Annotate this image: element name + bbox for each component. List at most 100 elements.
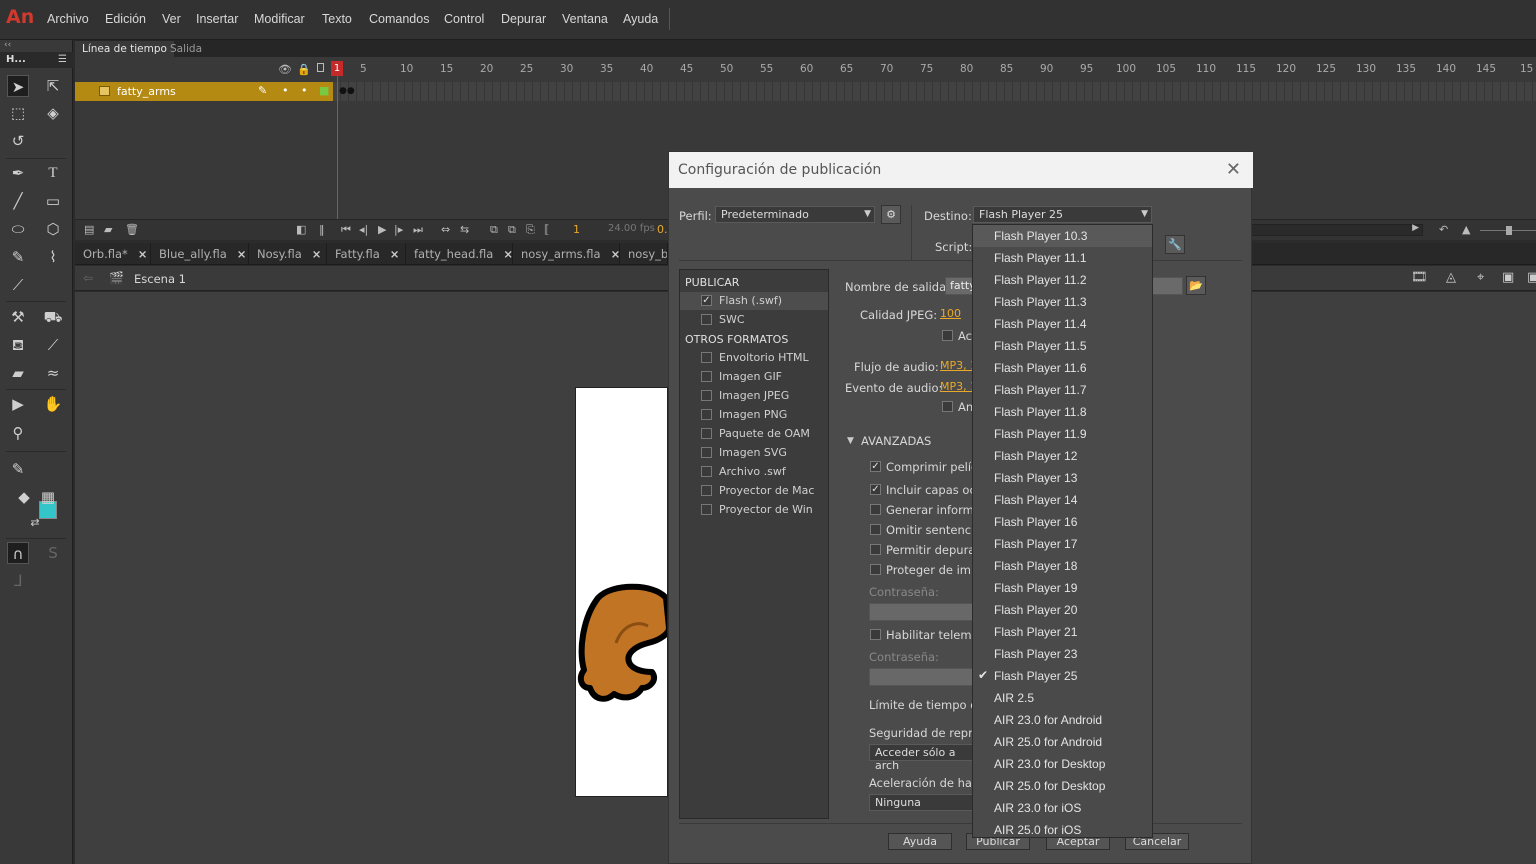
center-stage-icon[interactable]: ⌖ bbox=[1477, 270, 1484, 285]
dropdown-option[interactable]: Flash Player 23 bbox=[973, 643, 1152, 665]
close-icon[interactable]: × bbox=[312, 247, 322, 261]
fps-readout[interactable]: 24.00 fps bbox=[608, 223, 655, 234]
brush-tool-icon[interactable]: ⌇ bbox=[42, 246, 64, 268]
straighten-icon[interactable]: ᒧ bbox=[7, 570, 29, 592]
lasso-tool-icon[interactable]: ↺ bbox=[7, 130, 29, 152]
panel-menu-icon[interactable]: ☰ bbox=[58, 54, 67, 65]
dropdown-option[interactable]: AIR 25.0 for Android bbox=[973, 731, 1152, 753]
free-transform-tool-icon[interactable]: ⬚ bbox=[7, 102, 29, 124]
close-icon[interactable]: ✕ bbox=[1226, 159, 1241, 180]
close-icon[interactable]: × bbox=[237, 247, 247, 261]
dropdown-option[interactable]: AIR 23.0 for Android bbox=[973, 709, 1152, 731]
format-item[interactable]: Imagen PNG bbox=[680, 406, 828, 424]
pencil-icon[interactable]: ✎ bbox=[258, 84, 267, 97]
format-item[interactable]: Proyector de Win bbox=[680, 501, 828, 519]
camera-tool-icon[interactable]: ▶ bbox=[7, 393, 29, 415]
current-frame-readout[interactable]: 1 bbox=[573, 223, 580, 236]
scroll-right-icon[interactable]: ▶ bbox=[1412, 223, 1419, 233]
checkbox[interactable] bbox=[701, 352, 712, 363]
checkbox[interactable] bbox=[701, 390, 712, 401]
clip-content-icon[interactable]: ▣ bbox=[1502, 270, 1514, 285]
dropdown-option[interactable]: ✔ Flash Player 25 bbox=[973, 665, 1152, 687]
no-color-grid-icon[interactable]: ▦ bbox=[37, 486, 59, 508]
dropdown-option[interactable]: Flash Player 11.4 bbox=[973, 313, 1152, 335]
dropdown-option[interactable]: Flash Player 17 bbox=[973, 533, 1152, 555]
checkbox[interactable] bbox=[870, 629, 881, 640]
dropdown-option[interactable]: Flash Player 10.3 bbox=[973, 225, 1152, 247]
doc-tab[interactable]: Orb.fla* × bbox=[75, 243, 151, 265]
help-button[interactable]: Ayuda bbox=[888, 833, 952, 850]
visibility-dot-icon[interactable]: • bbox=[282, 84, 289, 97]
bone-tool-icon[interactable]: ⚒ bbox=[7, 306, 29, 328]
rectangle-tool-icon[interactable]: ▭ bbox=[42, 190, 64, 212]
new-layer-icon[interactable]: ▤ bbox=[84, 223, 94, 236]
onion-skin-icon[interactable]: ⧉ bbox=[490, 223, 498, 237]
menu-ayuda[interactable]: Ayuda bbox=[623, 12, 658, 26]
dropdown-option[interactable]: AIR 23.0 for iOS bbox=[973, 797, 1152, 819]
checkbox[interactable] bbox=[701, 466, 712, 477]
security-select[interactable]: Acceder sólo a arch bbox=[869, 744, 979, 772]
modify-markers-icon[interactable]: ⟦ bbox=[544, 223, 549, 236]
last-frame-icon[interactable]: ⏭ bbox=[413, 223, 423, 237]
zoom-tool-icon[interactable]: ⚲ bbox=[7, 422, 29, 444]
play-icon[interactable]: ▶ bbox=[378, 223, 386, 236]
checkbox[interactable] bbox=[701, 485, 712, 496]
checkbox[interactable]: ✓ bbox=[701, 295, 712, 306]
dropdown-option[interactable]: Flash Player 11.5 bbox=[973, 335, 1152, 357]
menu-depurar[interactable]: Depurar bbox=[501, 12, 546, 26]
pencil-tool-icon[interactable]: ✎ bbox=[7, 246, 29, 268]
dropdown-option[interactable]: Flash Player 11.3 bbox=[973, 291, 1152, 313]
dropdown-option[interactable]: Flash Player 20 bbox=[973, 599, 1152, 621]
subselection-tool-icon[interactable]: ⇱ bbox=[42, 75, 64, 97]
dropdown-option[interactable]: AIR 23.0 for Desktop bbox=[973, 753, 1152, 775]
polystar-tool-icon[interactable]: ⬡ bbox=[42, 218, 64, 240]
gear-icon[interactable]: ⚙ bbox=[881, 205, 901, 224]
smooth-icon[interactable]: S bbox=[42, 542, 64, 564]
stage-canvas[interactable] bbox=[575, 387, 668, 797]
dropdown-option[interactable]: AIR 25.0 for iOS bbox=[973, 819, 1152, 837]
center-frame-icon[interactable]: ↶ bbox=[1439, 223, 1448, 236]
back-arrow-icon[interactable]: ⇦ bbox=[83, 271, 93, 285]
pen-tool-icon[interactable]: ✒ bbox=[7, 162, 29, 184]
dropdown-option[interactable]: Flash Player 11.9 bbox=[973, 423, 1152, 445]
close-icon[interactable]: × bbox=[611, 247, 619, 261]
dropdown-option[interactable]: Flash Player 11.1 bbox=[973, 247, 1152, 269]
menu-modificar[interactable]: Modificar bbox=[254, 12, 305, 26]
tab-timeline[interactable]: Línea de tiempo bbox=[75, 41, 174, 57]
format-item-flash[interactable]: ✓ Flash (.swf) bbox=[680, 292, 828, 310]
menu-control[interactable]: Control bbox=[444, 12, 484, 26]
eye-icon[interactable]: 👁 bbox=[278, 63, 292, 76]
stroke-color-icon[interactable]: ✎ bbox=[7, 458, 29, 480]
prev-frame-icon[interactable]: ◂| bbox=[359, 223, 368, 236]
format-item[interactable]: Imagen SVG bbox=[680, 444, 828, 462]
doc-tab[interactable]: Blue_ally.fla × bbox=[151, 243, 249, 265]
dropdown-option[interactable]: Flash Player 11.7 bbox=[973, 379, 1152, 401]
format-item[interactable]: Proyector de Mac bbox=[680, 482, 828, 500]
dropdown-option[interactable]: Flash Player 14 bbox=[973, 489, 1152, 511]
checkbox[interactable] bbox=[701, 314, 712, 325]
snap-magnet-icon[interactable]: ∩ bbox=[7, 542, 29, 564]
doc-tab[interactable]: nosy_arms.fla × bbox=[513, 243, 620, 265]
swap-colors-icon[interactable]: ⇄ bbox=[24, 512, 46, 534]
target-select[interactable]: Flash Player 25 ▼ bbox=[973, 206, 1152, 223]
checkbox[interactable] bbox=[942, 401, 953, 412]
menu-archivo[interactable]: Archivo bbox=[47, 12, 89, 26]
timeline-frames[interactable]: ●● bbox=[333, 82, 1536, 101]
fit-stage-icon[interactable]: ▣ bbox=[1527, 270, 1536, 285]
checkbox[interactable] bbox=[870, 544, 881, 555]
onion-outline-icon[interactable]: ⧉ bbox=[508, 223, 516, 237]
dropdown-option[interactable]: AIR 2.5 bbox=[973, 687, 1152, 709]
close-icon[interactable]: × bbox=[138, 247, 148, 261]
edit-multiple-icon[interactable]: ⎘ bbox=[526, 223, 535, 237]
checkbox[interactable] bbox=[701, 409, 712, 420]
lock-dot-icon[interactable]: • bbox=[301, 84, 308, 97]
eraser-tool-icon[interactable]: ▰ bbox=[7, 362, 29, 384]
eyedropper-tool-icon[interactable]: ⟋ bbox=[42, 334, 64, 356]
advanced-header[interactable]: AVANZADAS bbox=[861, 434, 931, 448]
format-item-swc[interactable]: SWC bbox=[680, 311, 828, 329]
camera-icon[interactable]: ◧ bbox=[296, 223, 306, 236]
menu-edicion[interactable]: Edición bbox=[105, 12, 146, 26]
doc-tab[interactable]: Nosy.fla × bbox=[249, 243, 327, 265]
oval-tool-icon[interactable]: ⬭ bbox=[7, 218, 29, 240]
format-item[interactable]: Imagen JPEG bbox=[680, 387, 828, 405]
